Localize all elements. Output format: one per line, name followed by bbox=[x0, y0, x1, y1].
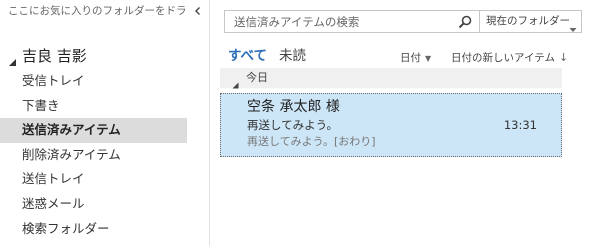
folder-item-sent-items[interactable]: 送信済みアイテム bbox=[0, 118, 187, 143]
search-icon[interactable] bbox=[457, 14, 473, 30]
sort-order-label: 日付の新しいアイテム bbox=[451, 52, 555, 64]
message-list-item[interactable]: 空条 承太郎 様 再送してみよう。 13:31 再送してみよう。[おわり] bbox=[220, 93, 562, 157]
search-scope-dropdown[interactable]: 現在のフォルダー bbox=[479, 11, 582, 32]
group-label: 今日 bbox=[246, 71, 268, 84]
search-input[interactable] bbox=[225, 11, 462, 32]
folder-list: 受信トレイ 下書き 送信済みアイテム 削除済みアイテム 送信トレイ 迷惑メール … bbox=[0, 69, 209, 241]
folder-item-search-folders[interactable]: 検索フォルダー bbox=[0, 217, 209, 242]
favorites-bar[interactable]: ここにお気に入りのフォルダーをドラッグ bbox=[8, 3, 204, 19]
arrow-down-icon: ↓ bbox=[558, 51, 569, 64]
message-preview: 再送してみよう。[おわり] bbox=[247, 135, 376, 148]
sort-by-triangle-icon: ▼ bbox=[425, 54, 432, 63]
chevron-down-icon bbox=[569, 18, 577, 32]
folder-item-deleted-items[interactable]: 削除済みアイテム bbox=[0, 143, 209, 168]
sort-by-dropdown[interactable]: 日付 ▼ bbox=[400, 51, 431, 66]
folder-item-inbox[interactable]: 受信トレイ bbox=[0, 69, 209, 94]
group-collapse-icon[interactable] bbox=[232, 74, 239, 89]
group-header-today[interactable]: 今日 bbox=[220, 68, 562, 89]
account-name: 吉良 吉影 bbox=[22, 47, 87, 65]
search-box: 現在のフォルダー bbox=[224, 10, 582, 33]
expand-triangle-icon[interactable] bbox=[8, 52, 17, 66]
collapse-pane-icon[interactable] bbox=[192, 3, 204, 19]
filter-unread-tab[interactable]: 未読 bbox=[279, 47, 306, 65]
message-sender: 空条 承太郎 様 bbox=[247, 99, 340, 115]
search-scope-label: 現在のフォルダー bbox=[486, 15, 570, 27]
folder-item-outbox[interactable]: 送信トレイ bbox=[0, 167, 209, 192]
sort-order-button[interactable]: 日付の新しいアイテム ↓ bbox=[451, 51, 568, 65]
folder-pane: ここにお気に入りのフォルダーをドラッグ 吉良 吉影 受信トレイ 下書き 送信済み… bbox=[0, 0, 210, 246]
folder-item-junk[interactable]: 迷惑メール bbox=[0, 192, 209, 217]
sort-by-label: 日付 bbox=[400, 52, 421, 64]
message-subject: 再送してみよう。 bbox=[247, 118, 338, 132]
filter-all-tab[interactable]: すべて bbox=[228, 47, 267, 65]
folder-item-drafts[interactable]: 下書き bbox=[0, 94, 209, 119]
favorites-placeholder: ここにお気に入りのフォルダーをドラッグ bbox=[8, 5, 188, 17]
message-time: 13:31 bbox=[503, 118, 537, 132]
